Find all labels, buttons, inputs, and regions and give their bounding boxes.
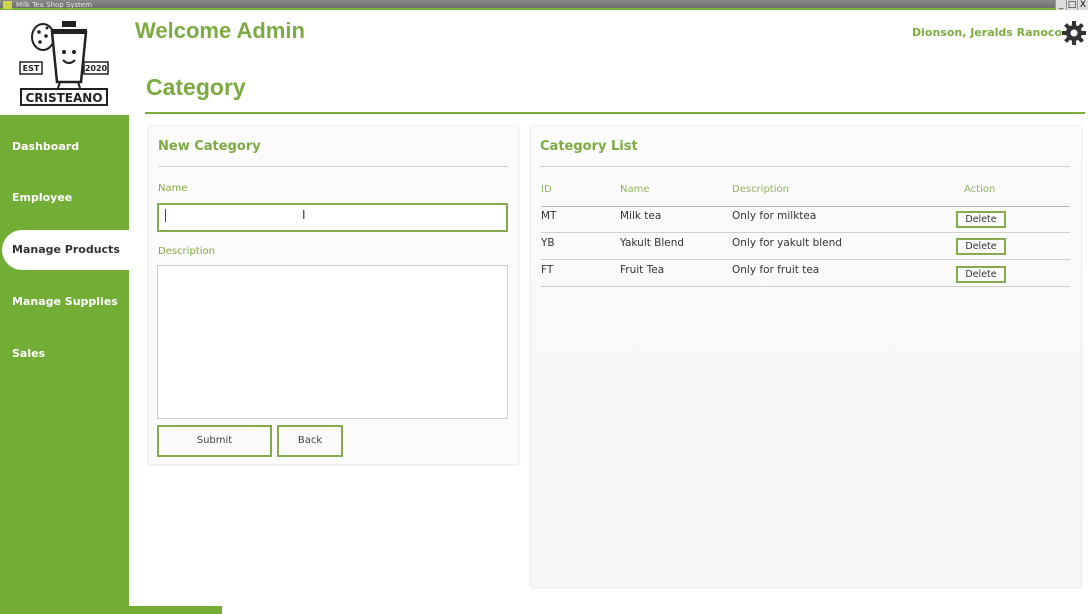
back-button[interactable]: Back (277, 425, 343, 457)
close-button[interactable]: X (1077, 0, 1088, 10)
cell-name: Yakult Blend (620, 237, 685, 249)
delete-button[interactable]: Delete (956, 238, 1006, 255)
sidebar-bottom-bar (129, 606, 222, 614)
logo-est: EST (23, 64, 40, 73)
cell-description: Only for milktea (732, 210, 817, 222)
page-title: Category (146, 74, 246, 100)
column-header-id: ID (541, 184, 552, 195)
column-header-action: Action (964, 184, 996, 195)
sidebar-item-employee[interactable]: Employee (0, 178, 129, 218)
window-title: Milk Tea Shop System (16, 1, 93, 9)
row-divider (541, 232, 1070, 233)
cell-name: Milk tea (620, 210, 662, 222)
description-label: Description (158, 246, 215, 257)
cell-id: YB (541, 237, 555, 249)
brand-logo: EST 2020 CRISTEANO (18, 18, 110, 108)
window-titlebar: Milk Tea Shop System _ □ X (0, 0, 1088, 10)
cell-description: Only for fruit tea (732, 264, 820, 276)
row-divider (541, 259, 1070, 260)
sidebar-item-manage-supplies[interactable]: Manage Supplies (0, 282, 129, 322)
new-category-panel: New Category Name I Description Submit B… (149, 127, 518, 464)
logo-year: 2020 (85, 64, 108, 73)
panel-divider (158, 166, 508, 167)
welcome-heading: Welcome Admin (135, 18, 305, 43)
table-header-divider (541, 206, 1070, 207)
new-category-title: New Category (158, 139, 261, 154)
user-name[interactable]: Dionson, Jeralds Ranoco (912, 26, 1062, 39)
maximize-button[interactable]: □ (1066, 0, 1077, 10)
category-list-panel: Category List ID Name Description Action… (531, 127, 1081, 587)
logo-brand: CRISTEANO (25, 91, 102, 105)
sidebar-item-sales[interactable]: Sales (0, 334, 129, 374)
cell-id: FT (541, 264, 554, 276)
sidebar-item-dashboard[interactable]: Dashboard (0, 127, 129, 167)
description-textarea[interactable] (157, 265, 508, 419)
category-list-title: Category List (540, 139, 638, 154)
delete-button[interactable]: Delete (956, 266, 1006, 283)
minimize-button[interactable]: _ (1055, 0, 1066, 10)
cell-id: MT (541, 210, 557, 222)
cell-description: Only for yakult blend (732, 237, 842, 249)
app-icon (3, 1, 12, 9)
row-divider (541, 286, 1070, 287)
panel-divider (540, 166, 1070, 167)
cell-name: Fruit Tea (620, 264, 665, 276)
name-input[interactable] (157, 203, 508, 232)
column-header-name: Name (620, 184, 650, 195)
delete-button[interactable]: Delete (956, 211, 1006, 228)
sidebar-item-manage-products[interactable]: Manage Products (2, 230, 129, 270)
title-divider (145, 112, 1085, 114)
sidebar: Dashboard Employee Manage Products Manag… (0, 115, 129, 614)
submit-button[interactable]: Submit (157, 425, 272, 457)
column-header-description: Description (732, 184, 789, 195)
gear-icon[interactable] (1062, 21, 1086, 45)
name-label: Name (158, 183, 188, 194)
